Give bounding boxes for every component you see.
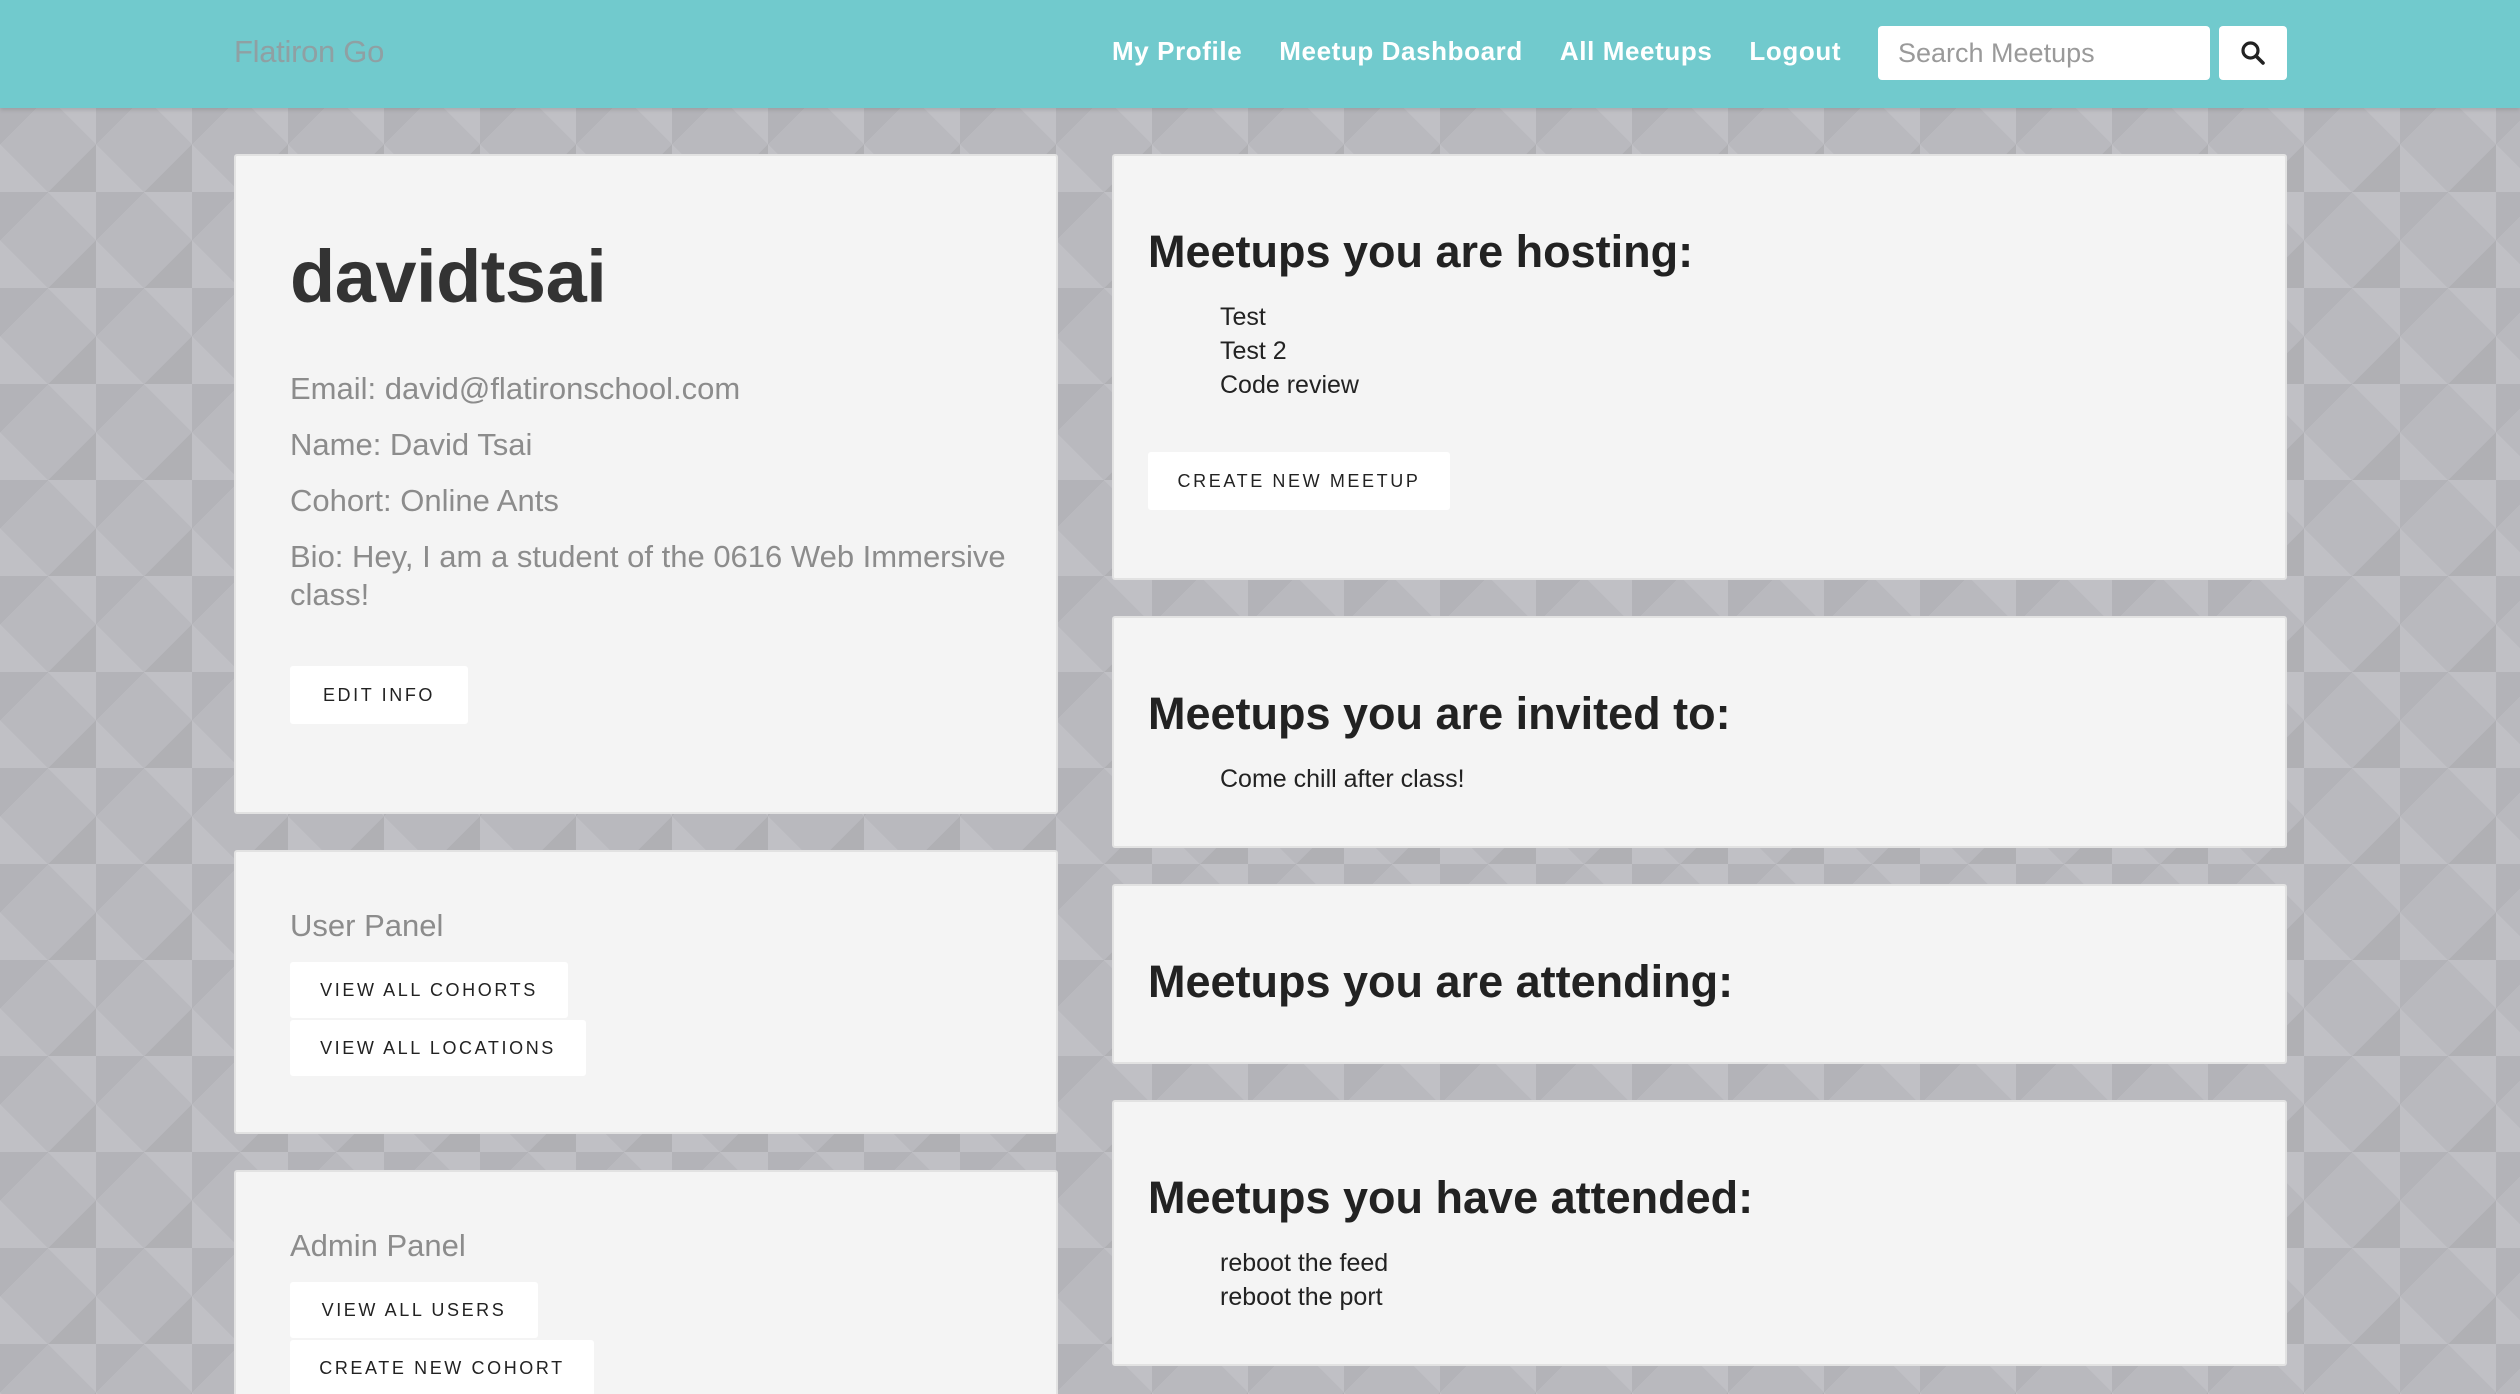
view-all-users-button[interactable]: View All Users: [290, 1282, 538, 1338]
profile-bio: Bio: Hey, I am a student of the 0616 Web…: [290, 539, 1006, 612]
list-item[interactable]: Code review: [1220, 368, 1359, 402]
hosting-list: Test Test 2 Code review: [1220, 300, 1359, 402]
admin-panel-card: Admin Panel View All Users Create New Co…: [234, 1170, 1058, 1394]
list-item[interactable]: Test: [1220, 300, 1359, 334]
attended-list: reboot the feed reboot the port: [1220, 1246, 1388, 1314]
admin-panel-title: Admin Panel: [290, 1228, 466, 1263]
top-navbar: Flatiron Go My Profile Meetup Dashboard …: [0, 0, 2520, 108]
user-panel-card: User Panel View All Cohorts View All Loc…: [234, 850, 1058, 1134]
edit-info-button[interactable]: Edit Info: [290, 666, 468, 724]
create-new-cohort-button[interactable]: Create New Cohort: [290, 1340, 594, 1394]
attending-heading: Meetups you are attending:: [1148, 956, 1734, 1007]
profile-email: Email: david@flatironschool.com: [290, 371, 741, 406]
profile-cohort: Cohort: Online Ants: [290, 483, 559, 518]
list-item[interactable]: reboot the port: [1220, 1280, 1388, 1314]
attending-card: Meetups you are attending:: [1112, 884, 2287, 1064]
brand-logo[interactable]: Flatiron Go: [234, 34, 384, 70]
search-button[interactable]: [2219, 26, 2287, 80]
search-icon: [2241, 41, 2265, 65]
nav-my-profile[interactable]: My Profile: [1112, 36, 1242, 67]
view-all-cohorts-button[interactable]: View All Cohorts: [290, 962, 568, 1018]
list-item[interactable]: Come chill after class!: [1220, 762, 1465, 796]
invited-heading: Meetups you are invited to:: [1148, 688, 1731, 739]
attended-heading: Meetups you have attended:: [1148, 1172, 1754, 1223]
profile-card: davidtsai Email: david@flatironschool.co…: [234, 154, 1058, 814]
profile-name: Name: David Tsai: [290, 427, 533, 462]
list-item[interactable]: reboot the feed: [1220, 1246, 1388, 1280]
nav-links: My Profile Meetup Dashboard All Meetups …: [1112, 36, 1841, 67]
invited-card: Meetups you are invited to: Come chill a…: [1112, 616, 2287, 848]
profile-username: davidtsai: [290, 235, 607, 318]
create-new-meetup-button[interactable]: Create New Meetup: [1148, 452, 1450, 510]
user-panel-title: User Panel: [290, 908, 444, 943]
nav-meetup-dashboard[interactable]: Meetup Dashboard: [1279, 36, 1523, 67]
list-item[interactable]: Test 2: [1220, 334, 1359, 368]
nav-logout[interactable]: Logout: [1749, 36, 1841, 67]
attended-card: Meetups you have attended: reboot the fe…: [1112, 1100, 2287, 1366]
nav-all-meetups[interactable]: All Meetups: [1560, 36, 1713, 67]
hosting-heading: Meetups you are hosting:: [1148, 226, 1694, 277]
search-input[interactable]: [1878, 26, 2210, 80]
invited-list: Come chill after class!: [1220, 762, 1465, 796]
hosting-card: Meetups you are hosting: Test Test 2 Cod…: [1112, 154, 2287, 580]
view-all-locations-button[interactable]: View All Locations: [290, 1020, 586, 1076]
